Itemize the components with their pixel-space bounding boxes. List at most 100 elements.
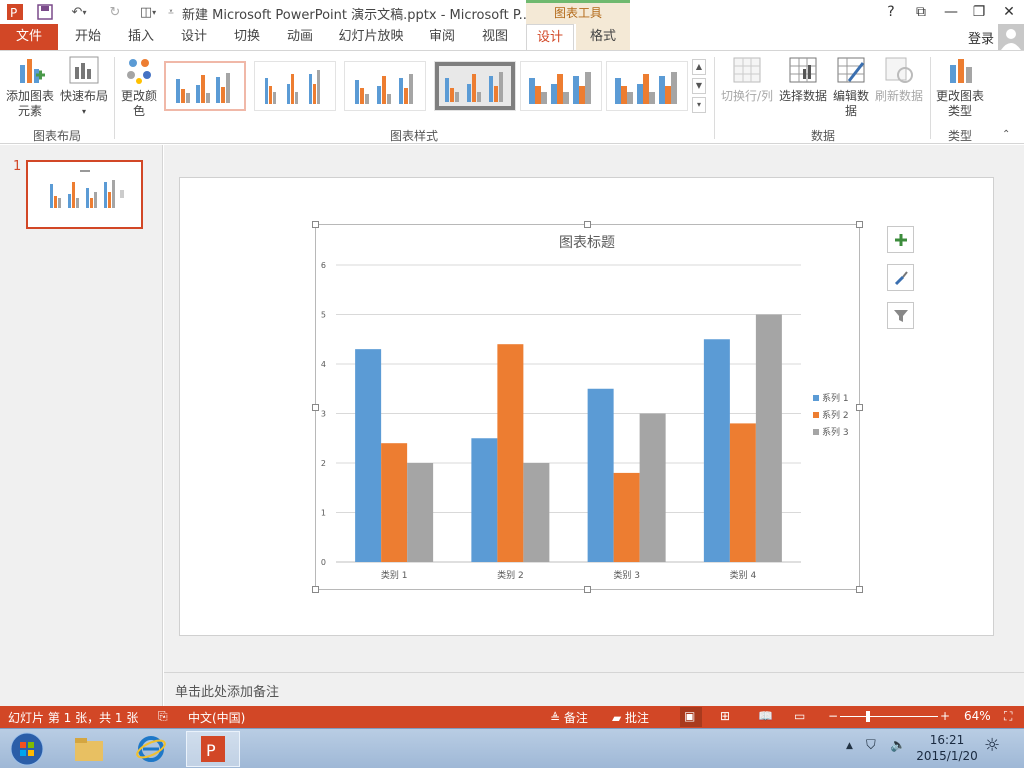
resize-handle[interactable]	[312, 404, 319, 411]
group-separator	[930, 57, 931, 139]
chart-style-5[interactable]	[520, 61, 602, 111]
ribbon-display-options-button[interactable]: ⧉	[908, 2, 934, 22]
bar-2-1	[381, 443, 408, 562]
chart-filters-button[interactable]	[887, 302, 914, 329]
tab-file[interactable]: 文件	[0, 24, 58, 50]
switch-row-column-button[interactable]: 切换行/列	[720, 55, 774, 104]
start-button[interactable]	[0, 731, 54, 767]
volume-icon[interactable]: 🔈	[890, 738, 906, 753]
refresh-data-label: 刷新数据	[874, 89, 923, 103]
tab-view[interactable]: 视图	[473, 24, 517, 50]
slide-canvas[interactable]: 图表标题 0 1 2 3 4 5 6 类别 1 类别 2 类别 3 类别 4 系列 1 系列 2 系列 3	[179, 177, 994, 636]
slide-sorter-icon[interactable]: ⊞	[720, 709, 730, 723]
tab-insert[interactable]: 插入	[119, 24, 163, 50]
group-chart-layouts-label: 图表布局	[32, 129, 81, 143]
zoom-slider-thumb[interactable]	[866, 711, 870, 722]
svg-text:P: P	[206, 741, 216, 760]
edit-data-button[interactable]: 编辑数据	[832, 55, 870, 119]
y-tick-label: 3	[321, 410, 326, 419]
chart-object[interactable]: 图表标题 0 1 2 3 4 5 6 类别 1 类别 2 类别 3 类别 4 系列 1 系列 2 系列 3	[315, 224, 860, 590]
internet-explorer-icon[interactable]	[124, 731, 178, 767]
select-data-icon	[787, 55, 819, 85]
chart-style-4[interactable]	[434, 61, 516, 111]
ribbon-tabs: 文件 开始 插入 设计 切换 动画 幻灯片放映 审阅 视图 设计 格式 登录	[0, 24, 1024, 50]
show-desktop-gear-icon[interactable]: ☼	[984, 735, 1000, 756]
powerpoint-taskbar-button[interactable]: P	[186, 731, 240, 767]
reading-view-icon[interactable]: 📖	[758, 709, 773, 723]
avatar[interactable]	[998, 24, 1024, 50]
zoom-slider[interactable]	[840, 716, 938, 717]
windows-taskbar: P ▲ ⛉ 🔈 16:21 2015/1/20 ☼	[0, 728, 1024, 768]
chart-styles-button[interactable]	[887, 264, 914, 291]
notes-toggle-label: 备注	[563, 711, 588, 725]
resize-handle[interactable]	[312, 221, 319, 228]
filter-icon	[893, 309, 908, 322]
restore-button[interactable]: ❐	[966, 2, 992, 22]
legend-swatch	[813, 395, 819, 401]
clock[interactable]: 16:21 2015/1/20	[912, 732, 982, 764]
chart-elements-button[interactable]	[887, 226, 914, 253]
tab-animations[interactable]: 动画	[278, 24, 322, 50]
slide-thumbnail[interactable]	[26, 160, 143, 229]
select-data-button[interactable]: 选择数据	[776, 55, 830, 104]
sign-in-link[interactable]: 登录	[968, 28, 994, 47]
gallery-more[interactable]: ▾	[692, 97, 706, 113]
group-chart-styles-label: 图表样式	[389, 129, 438, 143]
tab-chart-format[interactable]: 格式	[576, 24, 630, 50]
comments-toggle-button[interactable]: ▰ 批注	[612, 709, 649, 726]
resize-handle[interactable]	[856, 404, 863, 411]
gallery-scroll-up[interactable]: ▲	[692, 59, 706, 75]
tab-review[interactable]: 审阅	[420, 24, 464, 50]
tab-design[interactable]: 设计	[172, 24, 216, 50]
title-bar: P ↶ ▾ ↻ ◫ ▾ ⩡ 新建 Microsoft PowerPoint 演示文稿…	[0, 0, 1024, 24]
resize-handle[interactable]	[312, 586, 319, 593]
help-button[interactable]: ?	[878, 2, 904, 22]
change-chart-type-button[interactable]: 更改图表类型	[934, 55, 986, 119]
notes-toggle-button[interactable]: ≜ 备注	[550, 709, 588, 726]
add-chart-element-button[interactable]: 添加图表元素	[4, 55, 56, 119]
zoom-in-button[interactable]: +	[940, 709, 950, 723]
x-tick-label: 类别 1	[381, 569, 408, 581]
chart-style-6[interactable]	[606, 61, 688, 111]
redo-icon[interactable]: ↻	[106, 3, 124, 21]
clock-date: 2015/1/20	[916, 749, 978, 763]
file-explorer-icon[interactable]	[62, 731, 116, 767]
resize-handle[interactable]	[584, 586, 591, 593]
chart-style-3[interactable]	[344, 61, 426, 111]
zoom-level[interactable]: 64%	[964, 709, 991, 723]
language-status[interactable]: 中文(中国)	[188, 709, 245, 726]
bar-1-2	[471, 438, 498, 562]
action-center-icon[interactable]: ⛉	[866, 738, 876, 753]
save-icon[interactable]	[36, 3, 54, 21]
tab-slideshow[interactable]: 幻灯片放映	[334, 24, 408, 50]
change-colors-button[interactable]: 更改颜色	[118, 55, 160, 119]
customize-qat-icon[interactable]: ⩡	[162, 3, 180, 21]
quick-layout-button[interactable]: 快速布局 ▾	[58, 55, 110, 119]
gallery-scroll-down[interactable]: ▼	[692, 78, 706, 94]
collapse-ribbon-icon[interactable]: ⌃	[1002, 129, 1010, 140]
spellcheck-icon[interactable]: ⎘	[158, 709, 168, 724]
tab-chart-design[interactable]: 设计	[526, 24, 574, 50]
resize-handle[interactable]	[856, 586, 863, 593]
resize-handle[interactable]	[856, 221, 863, 228]
minimize-button[interactable]: —	[938, 2, 964, 22]
bar-1-1	[355, 349, 382, 562]
from-beginning-icon[interactable]: ◫ ▾	[134, 3, 162, 21]
slideshow-view-icon[interactable]: ▭	[794, 709, 805, 723]
clock-time: 16:21	[929, 733, 965, 747]
notes-placeholder[interactable]: 单击此处添加备注	[175, 681, 279, 700]
refresh-data-button[interactable]: 刷新数据	[872, 55, 926, 104]
chart-style-1[interactable]	[164, 61, 246, 111]
tab-transitions[interactable]: 切换	[225, 24, 269, 50]
zoom-out-button[interactable]: −	[828, 709, 838, 723]
tab-home[interactable]: 开始	[66, 24, 110, 50]
close-button[interactable]: ✕	[996, 2, 1022, 22]
undo-icon[interactable]: ↶ ▾	[66, 3, 92, 21]
fit-slide-icon[interactable]: ⛶	[1004, 709, 1012, 724]
bar-2-3	[613, 472, 640, 562]
select-data-label: 选择数据	[778, 89, 827, 103]
resize-handle[interactable]	[584, 221, 591, 228]
chart-style-2[interactable]	[254, 61, 336, 111]
notes-pane[interactable]: 单击此处添加备注	[164, 672, 1024, 706]
show-hidden-icons[interactable]: ▲	[846, 741, 853, 751]
